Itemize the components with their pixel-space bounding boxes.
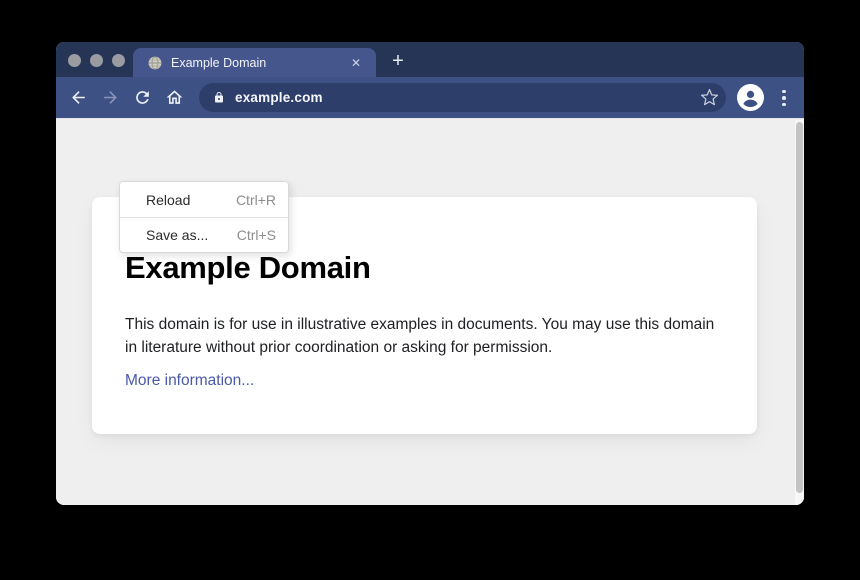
window-close-button[interactable]	[68, 54, 81, 67]
tab-example-domain[interactable]: Example Domain ✕	[133, 48, 376, 77]
arrow-left-icon	[69, 88, 88, 107]
kebab-dot-icon	[782, 103, 786, 107]
screenshot-background: Example Domain ✕ +	[0, 0, 860, 580]
browser-menu-button[interactable]	[772, 85, 796, 111]
menu-item-shortcut: Ctrl+S	[237, 227, 276, 243]
reload-button[interactable]	[127, 82, 158, 113]
address-bar[interactable]: example.com	[199, 83, 726, 112]
page-title: Example Domain	[125, 249, 724, 287]
avatar-icon	[737, 84, 764, 111]
tab-strip: Example Domain ✕ +	[56, 42, 804, 77]
lock-icon	[213, 91, 225, 104]
kebab-dot-icon	[782, 96, 786, 100]
profile-avatar-button[interactable]	[737, 84, 764, 111]
menu-item-label: Save as...	[146, 227, 208, 243]
window-maximize-button[interactable]	[112, 54, 125, 67]
menu-item-shortcut: Ctrl+R	[236, 192, 276, 208]
tab-title: Example Domain	[171, 56, 348, 70]
home-icon	[165, 88, 184, 107]
arrow-right-icon	[101, 88, 120, 107]
context-menu: Reload Ctrl+R Save as... Ctrl+S	[119, 181, 289, 253]
page-scrollbar[interactable]	[795, 120, 804, 505]
bookmark-star-button[interactable]	[699, 87, 720, 108]
url-text: example.com	[235, 90, 323, 105]
forward-button[interactable]	[95, 82, 126, 113]
page-paragraph: This domain is for use in illustrative e…	[125, 313, 717, 359]
scrollbar-thumb[interactable]	[796, 122, 803, 493]
page-viewport: Example Domain This domain is for use in…	[56, 118, 804, 505]
kebab-dot-icon	[782, 90, 786, 94]
star-icon	[700, 88, 719, 107]
browser-window: Example Domain ✕ +	[56, 42, 804, 505]
more-information-link[interactable]: More information...	[125, 372, 254, 390]
home-button[interactable]	[159, 82, 190, 113]
window-controls	[68, 54, 125, 67]
globe-favicon-icon	[148, 56, 162, 70]
reload-icon	[133, 88, 152, 107]
back-button[interactable]	[63, 82, 94, 113]
context-menu-item-reload[interactable]: Reload Ctrl+R	[120, 182, 288, 217]
window-minimize-button[interactable]	[90, 54, 103, 67]
menu-item-label: Reload	[146, 192, 190, 208]
context-menu-item-save-as[interactable]: Save as... Ctrl+S	[120, 217, 288, 252]
tab-close-icon[interactable]: ✕	[348, 55, 364, 71]
new-tab-button[interactable]: +	[384, 49, 412, 75]
